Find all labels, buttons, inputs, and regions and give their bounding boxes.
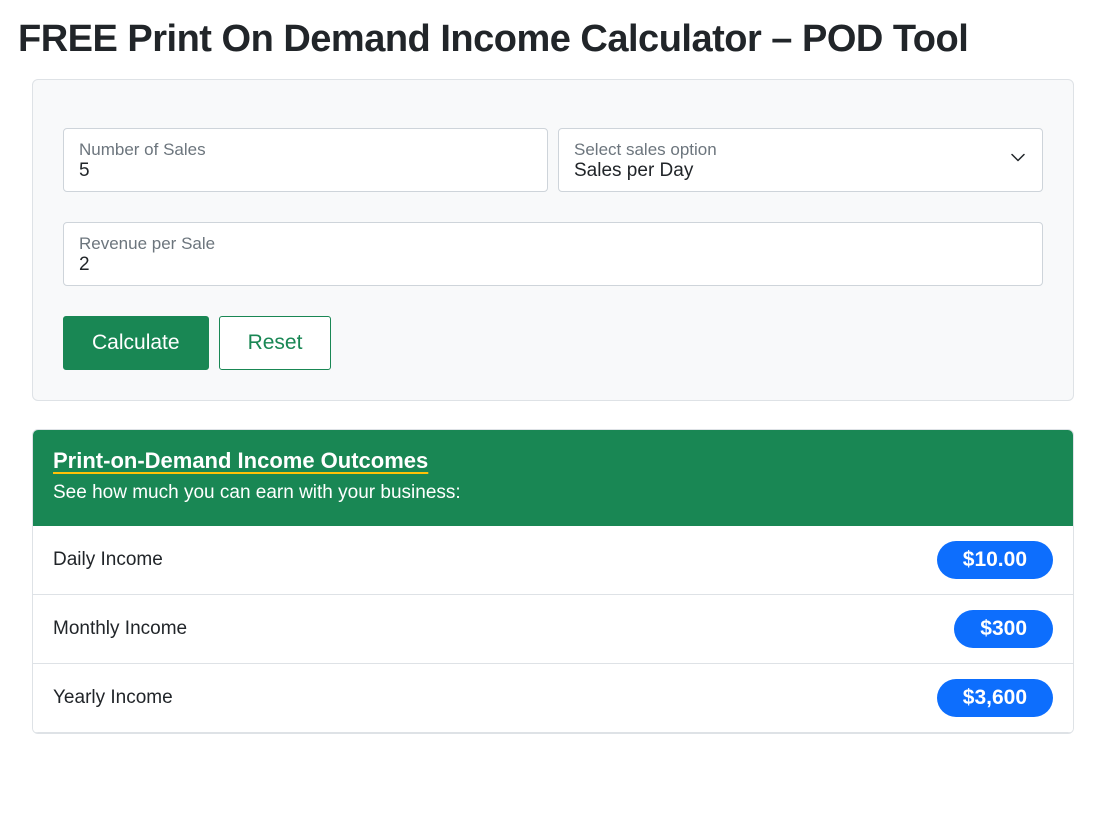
sales-option-value: Sales per Day: [574, 160, 1027, 182]
number-of-sales-input[interactable]: [79, 160, 532, 182]
sales-option-select[interactable]: Select sales option Sales per Day: [558, 128, 1043, 192]
result-row-daily: Daily Income $10.00: [33, 526, 1073, 595]
results-panel: Print-on-Demand Income Outcomes See how …: [32, 429, 1074, 734]
results-subheading: See how much you can earn with your busi…: [53, 482, 1053, 504]
page-title: FREE Print On Demand Income Calculator –…: [18, 18, 1088, 61]
result-row-monthly: Monthly Income $300: [33, 595, 1073, 664]
number-of-sales-label: Number of Sales: [79, 140, 532, 160]
calculate-button[interactable]: Calculate: [63, 316, 209, 370]
result-row-yearly: Yearly Income $3,600: [33, 664, 1073, 733]
results-heading: Print-on-Demand Income Outcomes: [53, 448, 1053, 474]
revenue-per-sale-input[interactable]: [79, 254, 1027, 276]
results-header: Print-on-Demand Income Outcomes See how …: [33, 430, 1073, 526]
result-label: Daily Income: [53, 549, 163, 571]
revenue-per-sale-label: Revenue per Sale: [79, 234, 1027, 254]
number-of-sales-field[interactable]: Number of Sales: [63, 128, 548, 192]
result-label: Monthly Income: [53, 618, 187, 640]
revenue-per-sale-field[interactable]: Revenue per Sale: [63, 222, 1043, 286]
result-value-pill: $3,600: [937, 679, 1053, 717]
result-label: Yearly Income: [53, 687, 173, 709]
reset-button[interactable]: Reset: [219, 316, 332, 370]
sales-option-label: Select sales option: [574, 140, 1027, 160]
result-value-pill: $300: [954, 610, 1053, 648]
result-value-pill: $10.00: [937, 541, 1053, 579]
calculator-form: Number of Sales Select sales option Sale…: [32, 79, 1074, 401]
